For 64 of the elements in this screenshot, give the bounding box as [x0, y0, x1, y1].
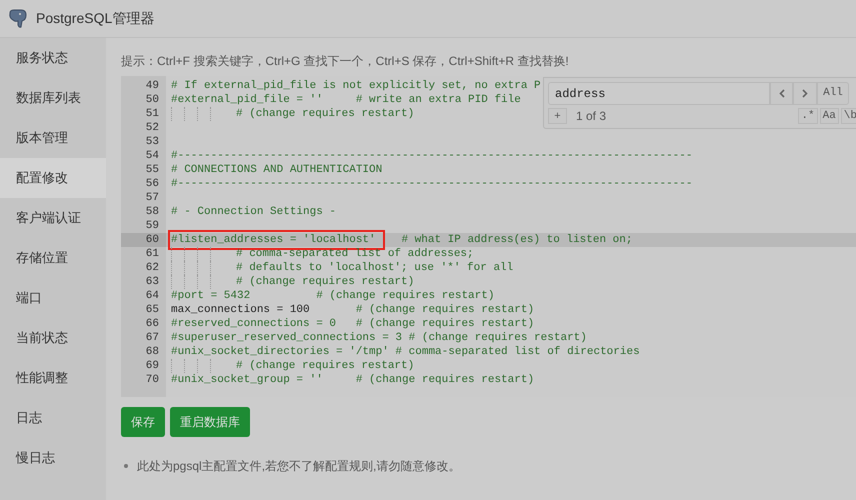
chevron-left-icon [778, 89, 784, 98]
code-text: max_connections = 100 [171, 303, 310, 317]
match-count: 1 of 3 [576, 108, 606, 125]
line-number: 60 [121, 233, 166, 247]
line-number: 61 [144, 247, 160, 261]
select-all-matches-button[interactable]: All [817, 82, 849, 105]
replace-toggle-button[interactable]: + [548, 108, 567, 124]
line-number: 63 [144, 275, 160, 289]
search-field[interactable]: address [548, 82, 770, 105]
code-comment: # CONNECTIONS AND AUTHENTICATION [171, 163, 382, 177]
indent-guides [171, 359, 211, 373]
line-number: 70 [144, 373, 160, 387]
previous-match-button[interactable] [770, 82, 793, 105]
search-option-toggle[interactable]: .* [798, 108, 818, 124]
code-comment: #------------------------------------------------------------------------------ [171, 149, 692, 163]
line-number: 49 [144, 79, 160, 93]
line-number: 65 [144, 303, 160, 317]
code-comment: #unix_socket_directories = '/tmp' # comma-separated list of directories [171, 345, 640, 359]
line-number: 68 [144, 345, 160, 359]
line-number: 59 [144, 219, 160, 233]
search-option-toggle[interactable]: Aa [820, 108, 839, 124]
bullet-icon [124, 464, 128, 468]
line-number: 62 [144, 261, 160, 275]
indent-guides [171, 261, 211, 275]
code-comment: # (change requires restart) [236, 275, 414, 289]
line-number: 69 [144, 359, 160, 373]
code-comment: # (change requires restart) [236, 359, 414, 373]
code-comment: #superuser_reserved_connections = 3 # (change requires restart) [171, 331, 587, 345]
elephant-logo-icon [8, 8, 27, 28]
code-comment: # defaults to 'localhost'; use '*' for all [236, 261, 514, 275]
hint-text: 提示：Ctrl+F 搜索关键字，Ctrl+G 查找下一个，Ctrl+S 保存，Ctrl+Shift+R 查找替换! [121, 53, 570, 69]
sidebar-item[interactable]: 配置修改 [0, 158, 106, 198]
next-match-button[interactable] [793, 82, 817, 105]
line-number: 53 [144, 135, 160, 149]
line-number: 52 [144, 121, 160, 135]
search-option-toggle[interactable]: \b [840, 108, 856, 124]
line-number: 67 [144, 331, 160, 345]
code-comment: #listen_addresses = 'localhost' [171, 233, 382, 247]
code-comment: #external_pid_file = '' # write an extra PID file [171, 93, 521, 107]
code-comment: #------------------------------------------------------------------------------ [171, 177, 692, 191]
indent-guides [171, 107, 211, 121]
note-text: 此处为pgsql主配置文件,若您不了解配置规则,请勿随意修改。 [137, 458, 460, 475]
code-comment: #reserved_connections = 0 # (change requires restart) [171, 317, 534, 331]
code-comment: # (change requires restart) [236, 107, 414, 121]
code-comment: # - Connection Settings - [171, 205, 336, 219]
code-comment: #port = 5432 # (change requires restart) [171, 289, 494, 303]
line-number: 64 [144, 289, 160, 303]
line-number: 51 [144, 107, 160, 121]
code-comment: # If external_pid_file is not explicitly set, no extra P [171, 79, 541, 93]
line-number: 56 [144, 177, 160, 191]
indent-guides [171, 247, 211, 261]
code-comment: #unix_socket_group = '' # (change requires restart) [171, 373, 534, 387]
line-number: 54 [144, 149, 160, 163]
line-number: 66 [144, 317, 160, 331]
line-number: 55 [144, 163, 160, 177]
chevron-right-icon [802, 89, 808, 98]
code-comment: # (change requires restart) [354, 303, 534, 317]
window-title: PostgreSQL管理器 [36, 9, 154, 28]
line-number: 50 [144, 93, 160, 107]
indent-guides [171, 275, 211, 289]
code-comment: # what IP address(es) to listen on; [400, 233, 632, 247]
line-number: 57 [144, 191, 160, 205]
line-number: 58 [144, 205, 160, 219]
code-comment: # comma-separated list of addresses; [236, 247, 474, 261]
